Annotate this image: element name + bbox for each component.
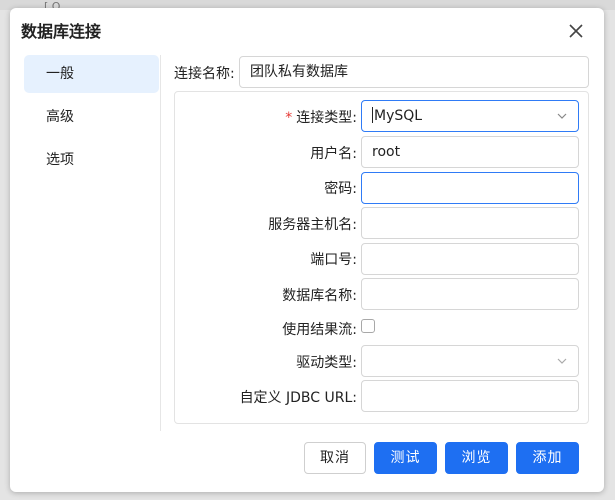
close-button[interactable] — [565, 20, 587, 42]
driver-type-label: 驱动类型: — [296, 355, 357, 371]
username-label: 用户名: — [310, 146, 357, 162]
custom-jdbc-url-input[interactable] — [361, 380, 579, 412]
username-input[interactable]: root — [361, 136, 579, 168]
use-result-stream-label: 使用结果流: — [282, 322, 357, 338]
sidebar-item-options[interactable]: 选项 — [24, 141, 159, 179]
required-marker: * — [285, 110, 293, 126]
custom-jdbc-url-label: 自定义 JDBC URL: — [239, 390, 357, 406]
chevron-down-icon — [557, 358, 567, 364]
connection-type-value: MySQL — [374, 108, 423, 124]
connection-type-select[interactable]: MySQL — [361, 100, 579, 132]
text-cursor — [372, 107, 373, 123]
database-name-input[interactable] — [361, 278, 579, 310]
server-host-input[interactable] — [361, 207, 579, 239]
test-button[interactable]: 测试 — [374, 442, 437, 474]
connection-type-label-text: 连接类型: — [296, 110, 357, 126]
driver-type-select[interactable] — [361, 345, 579, 377]
password-label: 密码: — [324, 181, 357, 197]
chevron-down-icon — [557, 113, 567, 119]
database-name-label: 数据库名称: — [282, 288, 357, 304]
server-host-label: 服务器主机名: — [268, 217, 357, 233]
cancel-button[interactable]: 取消 — [304, 442, 366, 474]
close-icon — [569, 24, 583, 38]
connection-name-input[interactable]: 团队私有数据库 — [239, 56, 589, 88]
add-button[interactable]: 添加 — [516, 442, 579, 474]
sidebar: 一般 高级 选项 — [24, 55, 161, 431]
sidebar-item-advanced[interactable]: 高级 — [24, 98, 159, 136]
connection-type-label: * 连接类型: — [285, 107, 357, 127]
database-connection-dialog: 数据库连接 一般 高级 选项 连接名称: 团队私有数据库 * 连接类型: MySQ… — [10, 8, 604, 492]
browse-button[interactable]: 浏览 — [445, 442, 508, 474]
dialog-title: 数据库连接 — [21, 22, 102, 41]
connection-name-label: 连接名称: — [174, 66, 235, 82]
port-label: 端口号: — [310, 252, 357, 268]
sidebar-item-general[interactable]: 一般 — [24, 55, 159, 93]
password-input[interactable] — [361, 172, 579, 204]
use-result-stream-checkbox[interactable] — [361, 319, 375, 333]
port-input[interactable] — [361, 243, 579, 275]
